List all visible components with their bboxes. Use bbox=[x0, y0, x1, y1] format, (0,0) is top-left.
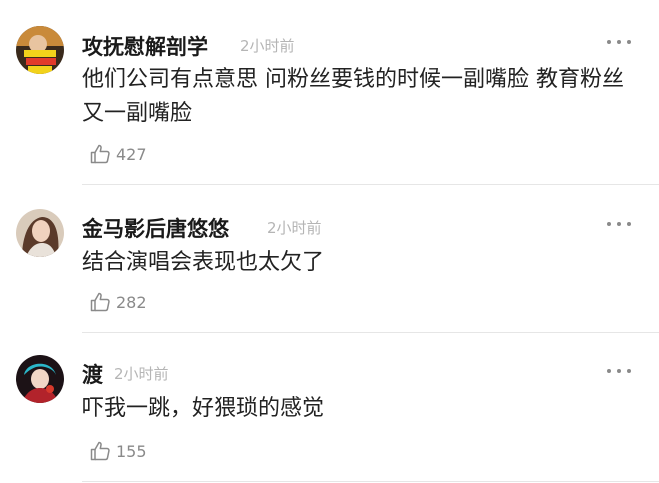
username[interactable]: 渡 bbox=[82, 359, 103, 389]
comment-item: 渡 2小时前 吓我一跳，好猥琐的感觉 155 bbox=[0, 333, 659, 483]
user-avatar[interactable] bbox=[16, 355, 64, 403]
username[interactable]: 金马影后唐悠悠 bbox=[82, 213, 229, 243]
comment-text: 他们公司有点意思 问粉丝要钱的时候一副嘴脸 教育粉丝又一副嘴脸 bbox=[82, 67, 624, 126]
user-avatar[interactable] bbox=[16, 209, 64, 257]
more-options-icon[interactable] bbox=[607, 366, 631, 376]
like-button[interactable]: 155 bbox=[88, 438, 147, 464]
comment-text: 吓我一跳，好猥琐的感觉 bbox=[82, 396, 325, 421]
thumbs-up-icon bbox=[90, 292, 110, 312]
like-count: 155 bbox=[116, 441, 147, 461]
thumbs-up-icon bbox=[90, 144, 110, 164]
comment-time: 2小时前 bbox=[267, 219, 322, 237]
comment-text: 结合演唱会表现也太欠了 bbox=[82, 250, 325, 275]
more-options-icon[interactable] bbox=[607, 37, 631, 47]
like-count: 427 bbox=[116, 144, 147, 164]
thumbs-up-icon bbox=[90, 441, 110, 461]
comment-time: 2小时前 bbox=[114, 365, 169, 383]
user-avatar[interactable] bbox=[16, 26, 64, 74]
divider bbox=[82, 481, 659, 482]
like-count: 282 bbox=[116, 292, 147, 312]
comment-item: 攻抚慰解剖学 2小时前 他们公司有点意思 问粉丝要钱的时候一副嘴脸 教育粉丝又一… bbox=[0, 0, 659, 184]
like-button[interactable]: 427 bbox=[88, 141, 147, 167]
more-options-icon[interactable] bbox=[607, 219, 631, 229]
comment-time: 2小时前 bbox=[240, 37, 295, 55]
comment-item: 金马影后唐悠悠 2小时前 结合演唱会表现也太欠了 282 bbox=[0, 185, 659, 332]
like-button[interactable]: 282 bbox=[88, 289, 147, 315]
username[interactable]: 攻抚慰解剖学 bbox=[82, 31, 208, 61]
